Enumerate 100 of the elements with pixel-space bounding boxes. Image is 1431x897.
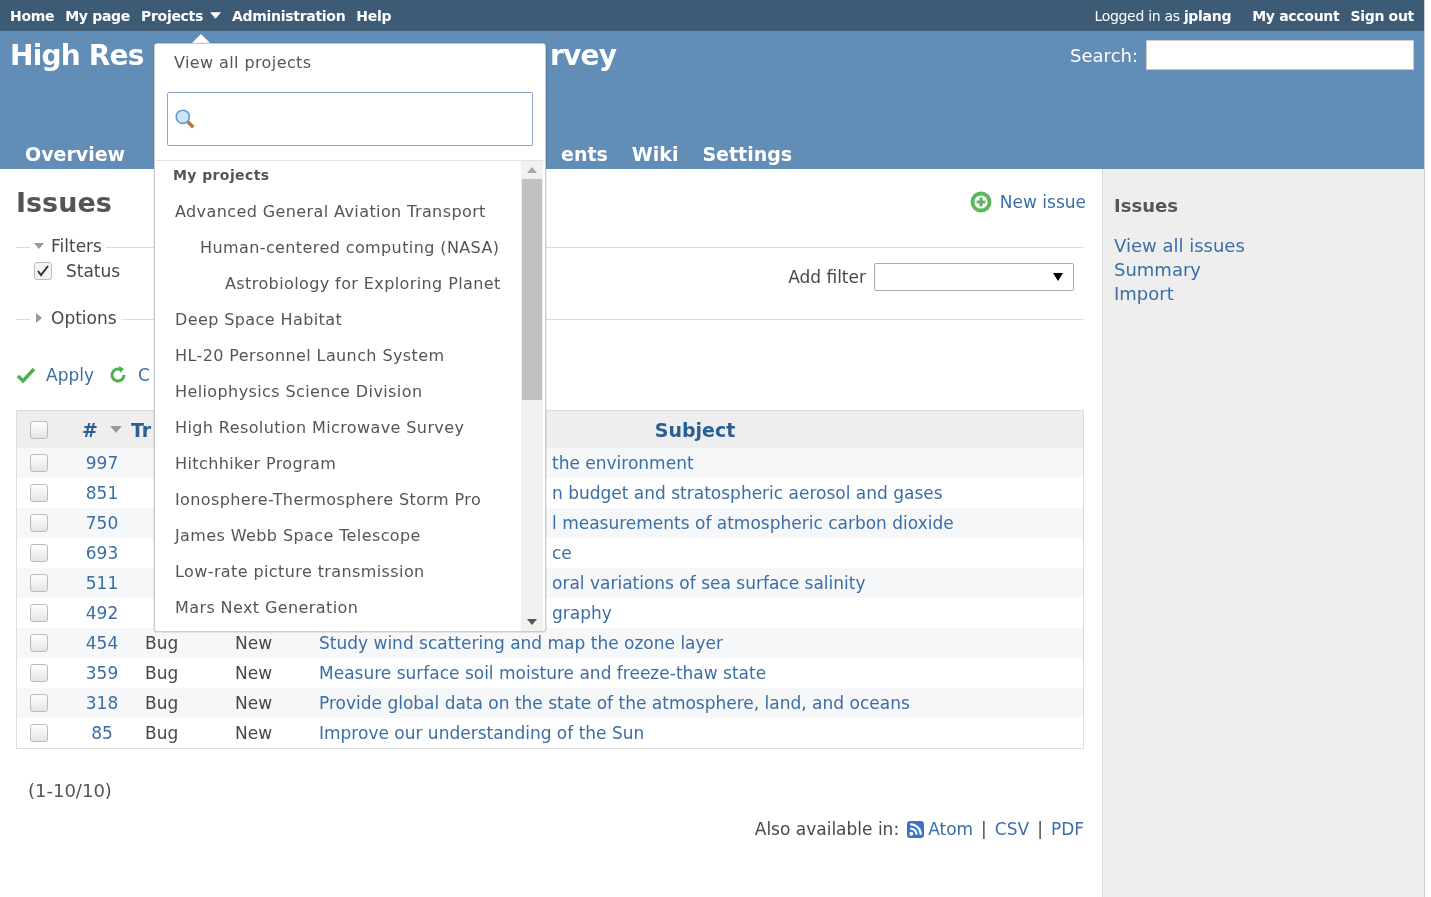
project-menu-item[interactable]: HL-20 Personnel Launch System xyxy=(155,337,521,373)
tracker-cell: Bug xyxy=(145,633,179,653)
project-menu-item[interactable]: Low-rate picture transmission xyxy=(155,553,521,589)
project-tab[interactable]: Wiki xyxy=(619,140,691,169)
dropdown-arrow-icon xyxy=(1053,273,1063,281)
issue-subject-link[interactable]: l measurements of atmospheric carbon dioxide xyxy=(552,513,954,533)
status-checkbox[interactable] xyxy=(34,262,52,280)
issue-id-link[interactable]: 318 xyxy=(85,693,119,713)
tracker-cell: Bug xyxy=(145,723,179,743)
project-tab[interactable]: Settings xyxy=(690,140,805,169)
project-menu-item[interactable]: High Resolution Microwave Survey xyxy=(155,409,521,445)
status-cell: New xyxy=(235,723,273,743)
project-title: High Res xyxy=(10,39,144,72)
triangle-icon xyxy=(34,241,44,251)
project-menu-item[interactable]: Deep Space Habitat xyxy=(155,301,521,337)
issue-subject-link[interactable]: Provide global data on the state of the atmosphere, land, and oceans xyxy=(319,693,910,713)
project-menu-item[interactable]: Ionosphere-Thermosphere Storm Pro xyxy=(155,481,521,517)
status-cell: New xyxy=(235,693,273,713)
column-header[interactable]: Subject xyxy=(654,418,736,441)
project-tab[interactable]: Overview xyxy=(13,140,138,169)
sort-icon xyxy=(109,426,122,433)
row-checkbox[interactable] xyxy=(30,454,48,472)
logged-in-text: Logged in as jplang xyxy=(1094,7,1232,24)
account-link[interactable]: Sign out xyxy=(1350,7,1414,24)
search-label: Search: xyxy=(1070,44,1138,66)
issue-id-link[interactable]: 359 xyxy=(85,663,119,683)
project-menu-item[interactable]: Heliophysics Science Division xyxy=(155,373,521,409)
new-issue-link[interactable]: New issue xyxy=(969,191,1086,213)
row-checkbox[interactable] xyxy=(30,574,48,592)
status-cell: New xyxy=(235,663,273,683)
issue-id-link[interactable]: 454 xyxy=(85,633,119,653)
issue-subject-link[interactable]: Measure surface soil moisture and freeze-thaw state xyxy=(319,663,767,683)
separator: | xyxy=(981,819,987,839)
issue-subject-link[interactable]: n budget and stratospheric aerosol and gases xyxy=(552,483,943,503)
select-all-checkbox[interactable] xyxy=(30,420,48,439)
apply-link[interactable]: Apply xyxy=(16,365,94,385)
issue-subject-link[interactable]: the environment xyxy=(552,453,694,473)
status-cell: New xyxy=(235,633,273,653)
issue-subject-link[interactable]: ce xyxy=(552,543,572,563)
project-menu-item[interactable]: Hitchhiker Program xyxy=(155,445,521,481)
column-header[interactable]: # xyxy=(82,418,98,441)
project-menu-item[interactable]: Human-centered computing (NASA) xyxy=(155,229,521,265)
search-icon xyxy=(174,108,196,130)
row-checkbox[interactable] xyxy=(30,484,48,502)
issue-subject-link[interactable]: Improve our understanding of the Sun xyxy=(319,723,645,743)
project-menu-item[interactable]: Mars Next Generation xyxy=(155,589,521,625)
export-link[interactable]: PDF xyxy=(1050,819,1084,839)
row-checkbox[interactable] xyxy=(30,514,48,532)
checkmark-icon xyxy=(16,365,36,385)
project-tab[interactable]: ents xyxy=(549,140,620,169)
scrollbar[interactable] xyxy=(521,161,543,631)
options-toggle[interactable]: Options xyxy=(30,308,121,328)
top-menu-link[interactable]: Administration xyxy=(232,7,346,24)
project-title: rvey xyxy=(550,39,617,72)
issue-id-link[interactable]: 851 xyxy=(85,483,119,503)
sidebar-link[interactable]: Summary xyxy=(1114,258,1413,282)
scroll-up-arrow-icon[interactable] xyxy=(527,167,537,173)
row-checkbox[interactable] xyxy=(30,694,48,712)
project-menu-item[interactable]: James Webb Space Telescope xyxy=(155,517,521,553)
column-header[interactable]: Tr xyxy=(131,418,152,441)
issue-id-link[interactable]: 511 xyxy=(85,573,119,593)
top-menu-link[interactable]: My page xyxy=(65,7,131,24)
issue-id-link[interactable]: 997 xyxy=(85,453,119,473)
row-checkbox[interactable] xyxy=(30,724,48,742)
view-all-projects-link[interactable]: View all projects xyxy=(155,44,545,83)
reload-icon xyxy=(108,365,128,385)
account-link[interactable]: My account xyxy=(1252,7,1340,24)
issue-subject-link[interactable]: oral variations of sea surface salinity xyxy=(552,573,866,593)
add-filter-select[interactable] xyxy=(874,263,1074,291)
issue-id-link[interactable]: 693 xyxy=(85,543,119,563)
row-checkbox[interactable] xyxy=(30,544,48,562)
top-menu-link[interactable]: Home xyxy=(10,7,55,24)
row-checkbox[interactable] xyxy=(30,634,48,652)
scroll-down-arrow-icon[interactable] xyxy=(527,619,537,625)
issue-id-link[interactable]: 85 xyxy=(91,723,113,743)
issue-subject-link[interactable]: Study wind scattering and map the ozone layer xyxy=(319,633,724,653)
sidebar-link[interactable]: Import xyxy=(1114,282,1413,306)
separator: | xyxy=(1037,819,1043,839)
pagination-text: (1-10/10) xyxy=(28,780,113,801)
caret-icon xyxy=(210,12,222,19)
sidebar-link[interactable]: View all issues xyxy=(1114,234,1413,258)
clear-link[interactable]: C xyxy=(108,365,150,385)
issue-subject-link[interactable]: graphy xyxy=(552,603,612,623)
feed-icon xyxy=(907,820,925,838)
row-checkbox[interactable] xyxy=(30,664,48,682)
export-link[interactable]: Atom xyxy=(928,819,974,839)
issue-id-link[interactable]: 492 xyxy=(85,603,119,623)
top-menu-link[interactable]: Help xyxy=(356,7,392,24)
menu-section-heading: My projects xyxy=(172,166,271,185)
page-title: Issues xyxy=(16,186,112,218)
add-filter-label: Add filter xyxy=(788,267,866,287)
issue-id-link[interactable]: 750 xyxy=(85,513,119,533)
project-search-field[interactable] xyxy=(167,92,533,146)
top-menu-link[interactable]: Projects xyxy=(141,7,222,24)
project-menu-item[interactable]: Advanced General Aviation Transport xyxy=(155,193,521,229)
export-link[interactable]: CSV xyxy=(994,819,1030,839)
search-field[interactable] xyxy=(1146,40,1414,70)
row-checkbox[interactable] xyxy=(30,604,48,622)
project-menu-item[interactable]: Astrobiology for Exploring Planet xyxy=(155,265,521,301)
triangle-icon xyxy=(34,313,44,323)
